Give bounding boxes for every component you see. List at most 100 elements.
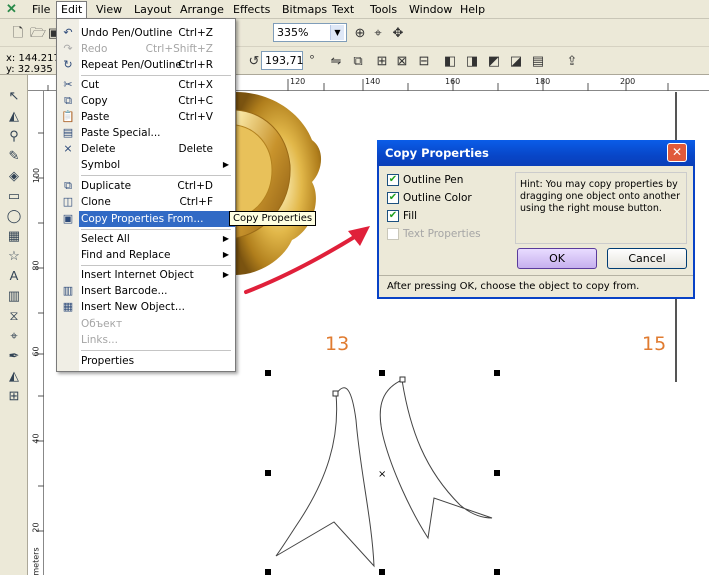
menu-item-label: Insert Barcode... <box>81 285 168 297</box>
menu-item-label: Delete <box>81 143 116 155</box>
gold-rosette <box>235 92 322 275</box>
menu-item-cut[interactable]: ✂ Cut Ctrl+X <box>57 77 235 93</box>
node-marker[interactable] <box>399 376 406 383</box>
node-markers[interactable] <box>332 376 406 397</box>
copy-icon: ⧉ <box>64 94 72 107</box>
submenu-arrow-icon: ▶ <box>222 234 229 243</box>
menu-item-shortcut: Ctrl+R <box>178 59 213 71</box>
clone-icon: ◫ <box>62 195 74 208</box>
menu-item-undo[interactable]: ↶ Undo Pen/Outline Ctrl+Z <box>57 25 235 41</box>
checkbox-label: Outline Color <box>403 192 472 204</box>
menu-item-label: Insert New Object... <box>81 301 185 313</box>
menu-item-label: Find and Replace <box>81 249 171 261</box>
paste-special-icon: ▤ <box>62 126 74 139</box>
selection-handle[interactable] <box>494 370 500 376</box>
menu-item-paste-special[interactable]: ▤ Paste Special... <box>57 125 235 141</box>
menu-item-paste[interactable]: 📋 Paste Ctrl+V <box>57 109 235 125</box>
undo-icon: ↶ <box>63 26 73 39</box>
menu-separator <box>81 229 231 230</box>
menu-item-redo: ↷ Redo Ctrl+Shift+Z <box>57 41 235 57</box>
menu-item-label: Duplicate <box>81 180 132 192</box>
menu-item-object: Объект <box>57 316 235 332</box>
page-number-label: 15 <box>642 333 667 355</box>
menu-item-repeat[interactable]: ↻ Repeat Pen/Outline Ctrl+R <box>57 57 235 73</box>
menu-item-shortcut: Ctrl+Z <box>178 27 213 39</box>
checkbox-checked-icon[interactable]: ✔ <box>387 210 399 222</box>
menu-item-delete[interactable]: ⨯ Delete Delete <box>57 141 235 157</box>
menu-item-shortcut: Ctrl+V <box>178 111 213 123</box>
close-icon[interactable]: ✕ <box>667 143 687 162</box>
menu-item-shortcut: Ctrl+F <box>179 196 213 208</box>
menu-item-label: Properties <box>81 355 135 367</box>
menu-item-label: Copy Properties From... <box>81 213 204 225</box>
menu-item-label: Select All <box>81 233 130 245</box>
checkbox-label: Outline Pen <box>403 174 464 186</box>
menu-item-label: Cut <box>81 79 100 91</box>
checkbox-label: Text Properties <box>403 228 481 240</box>
menu-separator <box>81 175 231 176</box>
tooltip: Copy Properties <box>229 211 317 226</box>
menu-separator <box>81 75 231 76</box>
ok-button[interactable]: OK <box>517 248 597 269</box>
checkbox-checked-icon[interactable]: ✔ <box>387 192 399 204</box>
redo-icon: ↷ <box>63 42 73 55</box>
delete-icon: ⨯ <box>63 142 73 155</box>
edit-menu-dropdown: ↶ Undo Pen/Outline Ctrl+Z ↷ Redo Ctrl+Sh… <box>56 18 236 372</box>
dialog-footer-text: After pressing OK, choose the object to … <box>379 275 693 297</box>
cancel-button[interactable]: Cancel <box>607 248 687 269</box>
dialog-title: Copy Properties <box>385 146 489 160</box>
selection-handle[interactable] <box>265 470 271 476</box>
checkbox-checked-icon[interactable]: ✔ <box>387 174 399 186</box>
menu-item-shortcut: Ctrl+Shift+Z <box>145 43 213 55</box>
menu-item-properties[interactable]: Properties <box>57 353 235 369</box>
new-object-icon: ▦ <box>62 300 74 313</box>
menu-item-shortcut: Ctrl+X <box>178 79 213 91</box>
selection-handle[interactable] <box>265 569 271 575</box>
right-curve-shape[interactable] <box>379 379 493 540</box>
menu-item-label: Paste <box>81 111 110 123</box>
menu-item-copy-properties[interactable]: ▣ Copy Properties From... <box>63 211 235 227</box>
menu-item-clone[interactable]: ◫ Clone Ctrl+F <box>57 194 235 210</box>
duplicate-icon: ⧉ <box>64 179 72 192</box>
copy-properties-icon: ▣ <box>62 212 74 225</box>
menu-item-label: Insert Internet Object <box>81 269 194 281</box>
menu-item-label: Объект <box>81 318 123 330</box>
menu-item-insert-internet-object[interactable]: Insert Internet Object ▶ <box>57 267 235 283</box>
menu-item-label: Clone <box>81 196 111 208</box>
selection-handle[interactable] <box>379 569 385 575</box>
scissors-icon: ✂ <box>63 78 73 91</box>
menu-item-label: Symbol <box>81 159 121 171</box>
repeat-icon: ↻ <box>63 58 73 71</box>
page-number-label: 13 <box>325 333 350 355</box>
center-mark: × <box>378 469 386 480</box>
node-marker[interactable] <box>332 390 339 397</box>
menu-item-duplicate[interactable]: ⧉ Duplicate Ctrl+D <box>57 178 235 194</box>
submenu-arrow-icon: ▶ <box>222 250 229 259</box>
menu-item-symbol[interactable]: Symbol ▶ <box>57 157 235 173</box>
selection-handle[interactable] <box>494 470 500 476</box>
submenu-arrow-icon: ▶ <box>222 270 229 279</box>
left-curve-shape[interactable] <box>275 387 375 568</box>
menu-item-label: Redo <box>81 43 108 55</box>
selection-handle[interactable] <box>379 370 385 376</box>
menu-item-select-all[interactable]: Select All ▶ <box>57 231 235 247</box>
menu-item-insert-barcode[interactable]: ▥ Insert Barcode... <box>57 283 235 299</box>
checkbox-label: Fill <box>403 210 418 222</box>
dialog-title-bar[interactable]: Copy Properties ✕ <box>377 140 695 166</box>
menu-item-find-replace[interactable]: Find and Replace ▶ <box>57 247 235 263</box>
checkbox-unchecked-icon <box>387 228 399 240</box>
selection-handle[interactable] <box>265 370 271 376</box>
menu-item-label: Links... <box>81 334 118 346</box>
menu-item-label: Paste Special... <box>81 127 161 139</box>
menu-item-label: Copy <box>81 95 108 107</box>
menu-item-label: Repeat Pen/Outline <box>81 59 182 71</box>
menu-item-links: Links... <box>57 332 235 348</box>
menu-item-shortcut: Delete <box>178 143 214 155</box>
menu-item-copy[interactable]: ⧉ Copy Ctrl+C <box>57 93 235 109</box>
menu-item-insert-new-object[interactable]: ▦ Insert New Object... <box>57 299 235 315</box>
menu-item-shortcut: Ctrl+D <box>177 180 213 192</box>
menu-item-label: Undo Pen/Outline <box>81 27 173 39</box>
copy-properties-dialog: Copy Properties ✕ ✔ Outline Pen ✔ Outlin… <box>377 140 695 299</box>
barcode-icon: ▥ <box>62 284 74 297</box>
selection-handle[interactable] <box>494 569 500 575</box>
